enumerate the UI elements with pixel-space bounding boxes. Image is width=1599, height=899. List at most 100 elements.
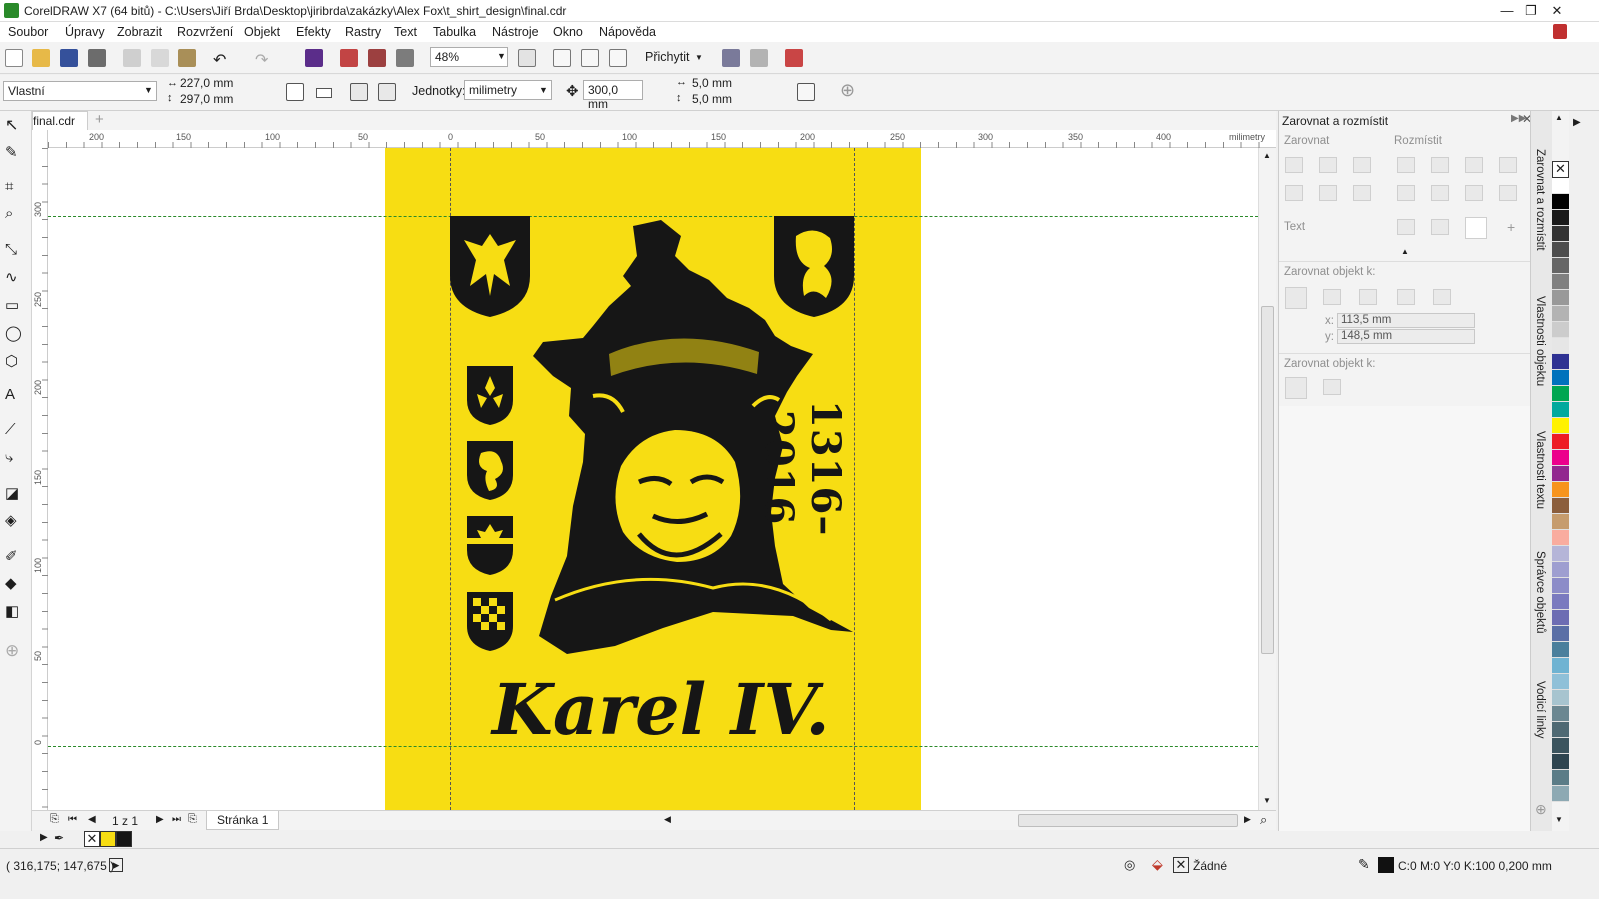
polygon-tool-icon[interactable]: ⬡ [5,352,27,374]
text-first-line-icon[interactable] [1397,219,1415,235]
duplicate-distance-y[interactable]: 5,0 mm [692,92,732,106]
publish-pdf-icon[interactable] [396,49,414,67]
restore-button[interactable]: ❐ [1518,2,1544,20]
parallel-dimension-icon[interactable]: ⟋ [5,421,27,443]
horizontal-ruler[interactable]: 200 150 100 50 0 50 100 150 200 250 300 … [48,130,1276,148]
color-swatch[interactable] [1552,690,1569,706]
distribute-spacing-v-icon[interactable] [1499,185,1517,201]
insert-page-after-icon[interactable]: ⎘ [188,813,197,826]
page-edge-icon[interactable] [1323,289,1341,305]
menu-rozvrzeni[interactable]: Rozvržení [177,25,233,39]
crop-tool-icon[interactable]: ⌗ [5,178,27,200]
checkered-shield-icon[interactable] [467,592,515,652]
color-swatch[interactable] [1552,466,1569,482]
color-proof-icon[interactable]: ◎ [1124,857,1135,873]
distribute-left-icon[interactable] [1397,157,1415,173]
color-swatch[interactable] [1552,386,1569,402]
color-swatch[interactable] [1552,722,1569,738]
print-icon[interactable] [88,49,106,67]
scroll-right-icon[interactable]: ▶ [1244,814,1251,825]
page-size-select[interactable]: Vlastní [3,81,157,101]
color-swatch[interactable] [1552,322,1569,338]
tab-align-distribute[interactable]: Zarovnat a rozmístit [1534,149,1546,251]
color-swatch[interactable] [1552,610,1569,626]
color-swatch[interactable] [1552,482,1569,498]
text-bounding-box-icon[interactable] [1465,217,1487,239]
grid-icon[interactable] [581,49,599,67]
zoom-navigator-icon[interactable]: ⌕ [1260,812,1267,828]
tab-object-manager[interactable]: Správce objektů [1534,551,1546,633]
transparency-icon[interactable]: ◈ [5,511,27,533]
page-counter[interactable]: 1 z 1 [112,814,138,828]
add-docker-icon[interactable]: ⊕ [1535,801,1547,818]
active-objects-icon[interactable] [1285,287,1307,309]
drop-shadow-icon[interactable]: ◪ [5,484,27,506]
eagle-small-shield-icon[interactable] [467,516,515,576]
next-page-icon[interactable]: ▶ [156,814,164,825]
align-right-icon[interactable] [1353,157,1371,173]
color-swatch[interactable] [1552,290,1569,306]
landscape-icon[interactable] [316,88,332,98]
fill-bucket-icon[interactable]: ⬙ [1152,856,1163,873]
distribute-center-icon[interactable] [1431,157,1449,173]
menu-efekty[interactable]: Efekty [296,25,331,39]
no-color-swatch[interactable]: ✕ [1552,161,1569,178]
menu-tabulka[interactable]: Tabulka [433,25,476,39]
artistic-media-icon[interactable]: ∿ [5,268,27,290]
current-page-icon[interactable] [378,83,396,101]
y-coordinate-field[interactable]: 148,5 mm [1337,329,1475,344]
page-tab[interactable]: Stránka 1 [206,811,280,830]
menu-nastroje[interactable]: Nástroje [492,25,539,39]
add-icon[interactable]: + [1507,219,1515,235]
zoom-tool-icon[interactable]: ⌕ [5,205,27,227]
color-swatch[interactable] [1552,674,1569,690]
rulers-icon[interactable] [553,49,571,67]
color-swatch[interactable] [1552,530,1569,546]
color-swatch[interactable] [1552,194,1569,210]
text-last-line-icon[interactable] [1431,219,1449,235]
menu-rastry[interactable]: Rastry [345,25,381,39]
color-swatch[interactable] [1552,258,1569,274]
smart-fill-icon[interactable]: ◧ [5,602,27,624]
snap-to-menu[interactable]: Přichytit [645,50,689,64]
menu-objekt[interactable]: Objekt [244,25,280,39]
portrait-icon[interactable] [286,83,304,101]
pick-tool-icon[interactable]: ↖ [5,115,27,137]
rectangle-tool-icon[interactable]: ▭ [5,296,27,318]
cut-icon[interactable] [123,49,141,67]
color-swatch[interactable] [1552,562,1569,578]
color-swatch[interactable] [1552,418,1569,434]
save-icon[interactable] [60,49,78,67]
color-swatch[interactable] [1552,786,1569,802]
color-swatch[interactable] [1552,498,1569,514]
selection-extent-icon[interactable] [1285,377,1307,399]
play-icon[interactable]: ▶ [109,858,123,872]
copy-icon[interactable] [151,49,169,67]
page-height-field[interactable]: 297,0 mm [180,92,233,106]
scroll-left-icon[interactable]: ◀ [664,814,671,825]
eyedropper-icon[interactable]: ✒ [54,831,64,845]
page-center-icon[interactable] [1359,289,1377,305]
import-icon[interactable] [340,49,358,67]
color-swatch[interactable] [1552,210,1569,226]
tab-guidelines[interactable]: Vodicí linky [1534,681,1546,739]
black-swatch[interactable] [116,831,132,847]
distribute-right-icon[interactable] [1465,157,1483,173]
scroll-down-icon[interactable]: ▼ [1263,796,1271,805]
page-width-field[interactable]: 227,0 mm [180,76,233,90]
last-page-icon[interactable]: ⏭ [172,814,181,825]
new-tab-icon[interactable]: + [95,111,104,128]
yellow-swatch[interactable] [100,831,116,847]
treat-as-filled-icon[interactable] [797,83,815,101]
distribute-middle-icon[interactable] [1431,185,1449,201]
color-swatch[interactable] [1552,354,1569,370]
menu-text[interactable]: Text [394,25,417,39]
color-swatch[interactable] [1552,242,1569,258]
color-swatch[interactable] [1552,434,1569,450]
add-icon[interactable]: ⊕ [840,80,855,101]
scroll-up-icon[interactable]: ▲ [1263,151,1271,160]
color-swatch[interactable] [1552,402,1569,418]
menu-okno[interactable]: Okno [553,25,583,39]
all-pages-icon[interactable] [350,83,368,101]
insert-page-before-icon[interactable]: ⎘ [50,813,59,826]
